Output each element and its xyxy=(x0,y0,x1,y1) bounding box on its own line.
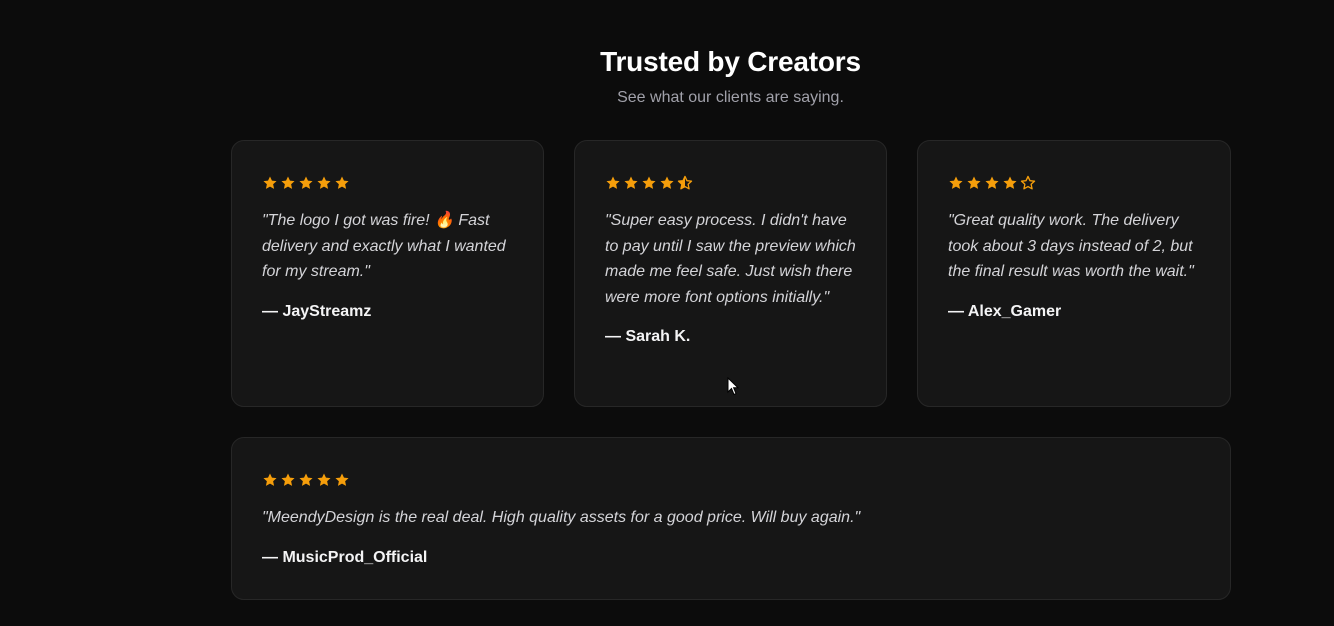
star-full-icon xyxy=(316,175,332,191)
testimonial-author: — JayStreamz xyxy=(262,302,372,320)
star-full-icon xyxy=(984,175,1000,191)
star-full-icon xyxy=(948,175,964,191)
star-full-icon xyxy=(966,175,982,191)
star-empty-icon xyxy=(1020,175,1036,191)
star-full-icon xyxy=(280,472,296,488)
star-rating xyxy=(948,174,1200,192)
testimonial-quote: "Great quality work. The delivery took a… xyxy=(948,212,1194,280)
testimonial-author: — MusicProd_Official xyxy=(262,548,428,566)
section-subtitle: See what our clients are saying. xyxy=(617,89,844,106)
star-rating xyxy=(262,471,1200,489)
star-full-icon xyxy=(641,175,657,191)
testimonial-card: "Great quality work. The delivery took a… xyxy=(917,140,1231,407)
star-rating xyxy=(605,174,856,192)
star-full-icon xyxy=(623,175,639,191)
star-rating xyxy=(262,174,513,192)
testimonial-card: "The logo I got was fire! 🔥 Fast deliver… xyxy=(231,140,544,407)
star-full-icon xyxy=(316,472,332,488)
star-full-icon xyxy=(262,472,278,488)
testimonial-card-wide: "MeendyDesign is the real deal. High qua… xyxy=(231,437,1231,600)
mouse-cursor-icon xyxy=(727,377,739,396)
star-full-icon xyxy=(334,472,350,488)
star-half-icon xyxy=(677,175,693,191)
section-title: Trusted by Creators xyxy=(600,46,861,77)
testimonial-author: — Alex_Gamer xyxy=(948,302,1062,320)
testimonials-section: Trusted by Creators See what our clients… xyxy=(0,0,1334,626)
star-full-icon xyxy=(605,175,621,191)
testimonial-quote: "The logo I got was fire! 🔥 Fast deliver… xyxy=(262,212,506,280)
star-full-icon xyxy=(298,175,314,191)
star-full-icon xyxy=(298,472,314,488)
star-full-icon xyxy=(334,175,350,191)
testimonial-card: "Super easy process. I didn't have to pa… xyxy=(574,140,887,407)
testimonial-quote: "MeendyDesign is the real deal. High qua… xyxy=(262,509,861,526)
star-full-icon xyxy=(262,175,278,191)
star-full-icon xyxy=(280,175,296,191)
testimonial-quote: "Super easy process. I didn't have to pa… xyxy=(605,212,856,306)
star-full-icon xyxy=(1002,175,1018,191)
star-full-icon xyxy=(659,175,675,191)
testimonial-author: — Sarah K. xyxy=(605,328,691,345)
